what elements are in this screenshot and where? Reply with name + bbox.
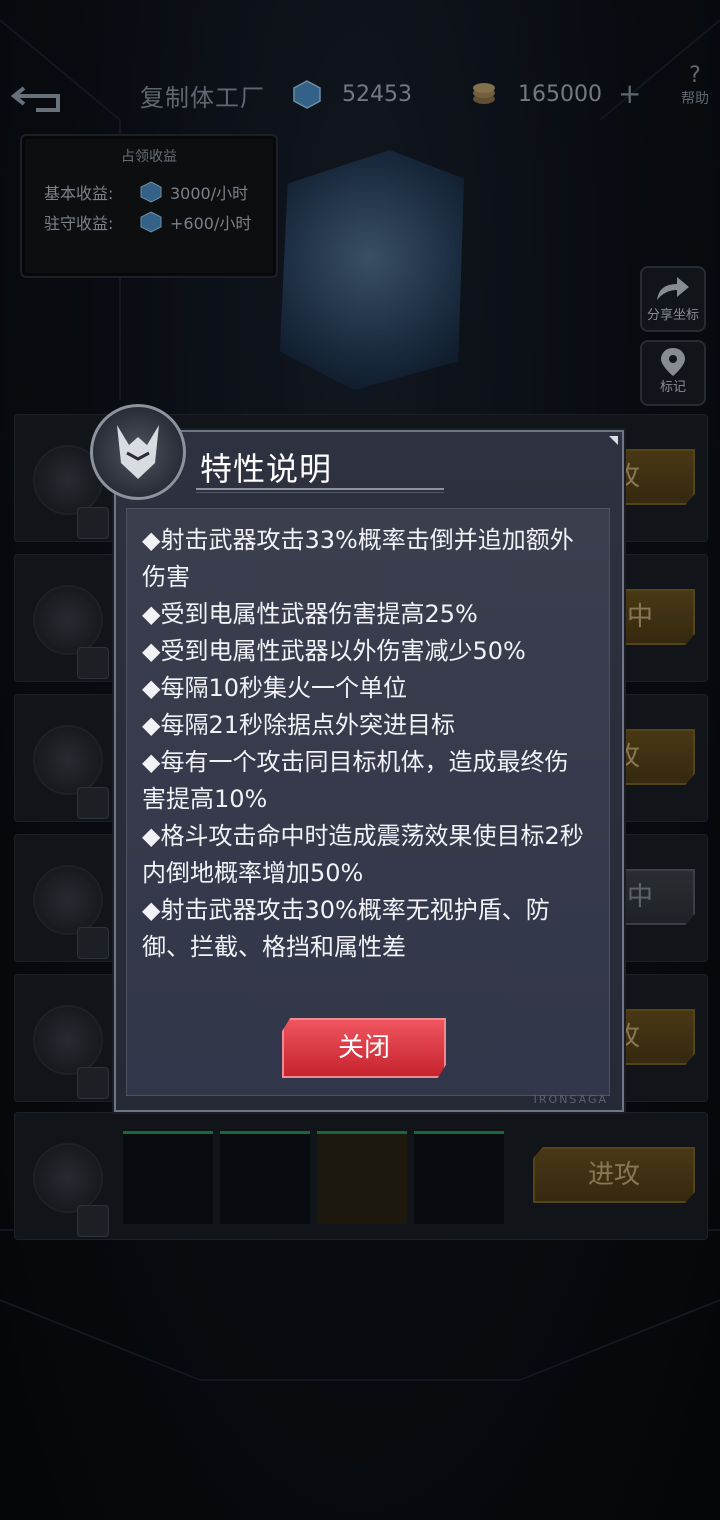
game-watermark: IRONSAGA bbox=[533, 1093, 608, 1106]
trait-item: ◆每隔10秒集火一个单位 bbox=[142, 674, 407, 702]
trait-item: ◆每隔21秒除据点外突进目标 bbox=[142, 711, 455, 739]
trait-item: ◆射击武器攻击30%概率无视护盾、防御、拦截、格挡和属性差 bbox=[142, 896, 550, 961]
trait-item: ◆每有一个攻击同目标机体，造成最终伤害提高10% bbox=[142, 748, 569, 813]
trait-list: ◆射击武器攻击33%概率击倒并追加额外伤害 ◆受到电属性武器伤害提高25% ◆受… bbox=[142, 522, 592, 966]
title-divider bbox=[196, 488, 444, 490]
title-divider bbox=[196, 492, 444, 493]
trait-item: ◆格斗攻击命中时造成震荡效果使目标2秒内倒地概率增加50% bbox=[142, 822, 584, 887]
helmet-shape bbox=[117, 425, 159, 479]
trait-item: ◆受到电属性武器伤害提高25% bbox=[142, 600, 478, 628]
trait-description-dialog: 特性说明 ◆射击武器攻击33%概率击倒并追加额外伤害 ◆受到电属性武器伤害提高2… bbox=[90, 404, 624, 1112]
dialog-header: 特性说明 bbox=[90, 404, 622, 508]
close-button[interactable]: 关闭 bbox=[282, 1018, 446, 1078]
trait-item: ◆受到电属性武器以外伤害减少50% bbox=[142, 637, 526, 665]
trait-item: ◆射击武器攻击33%概率击倒并追加额外伤害 bbox=[142, 526, 574, 591]
dialog-title: 特性说明 bbox=[200, 450, 333, 488]
helmet-emblem-icon bbox=[90, 404, 186, 500]
